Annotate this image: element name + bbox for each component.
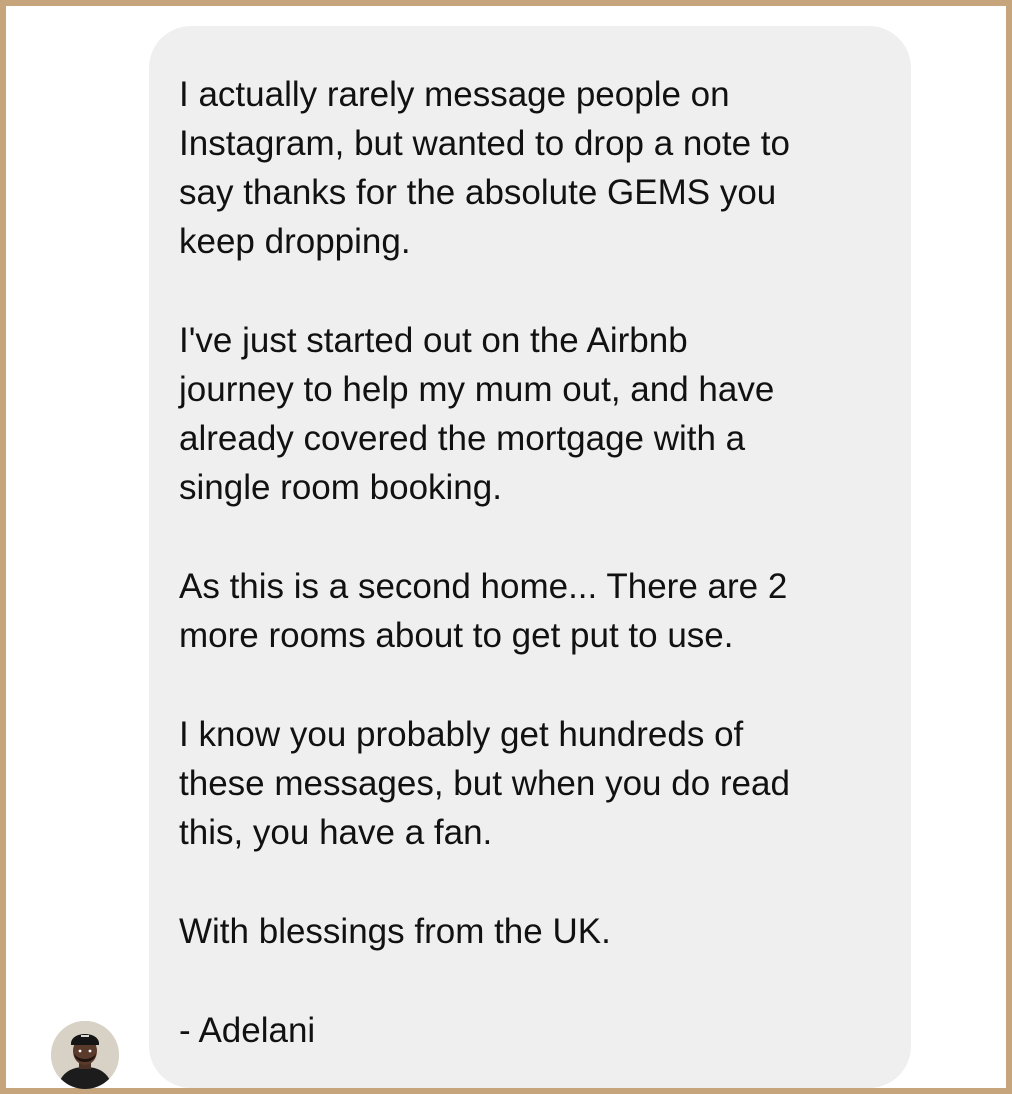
message-bubble: I actually rarely message people on Inst… [149, 26, 911, 1088]
message-paragraph: I know you probably get hundreds of thes… [179, 715, 790, 852]
message-paragraph: I've just started out on the Airbnb jour… [179, 321, 775, 507]
message-paragraph: With blessings from the UK. [179, 912, 611, 951]
message-paragraph: As this is a second home... There are 2 … [179, 567, 788, 655]
profile-photo-icon [51, 1021, 119, 1089]
screenshot-frame: I actually rarely message people on Inst… [0, 0, 1012, 1094]
sender-avatar[interactable] [51, 1021, 119, 1089]
message-paragraph: I actually rarely message people on Inst… [179, 75, 790, 261]
message-signature: - Adelani [179, 1011, 316, 1050]
